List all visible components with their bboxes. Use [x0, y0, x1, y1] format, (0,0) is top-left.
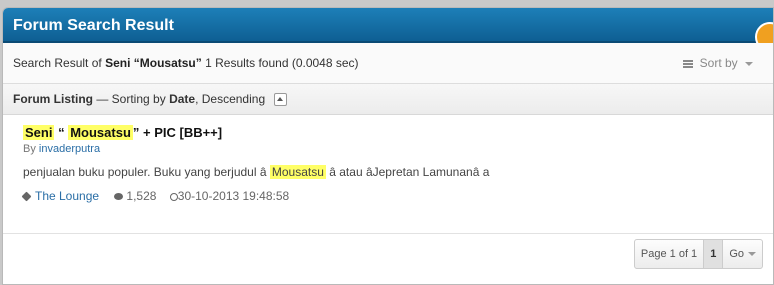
summary-prefix: Search Result of [13, 56, 102, 70]
collapse-icon[interactable] [274, 93, 288, 107]
result-byline: By invaderputra [23, 143, 753, 155]
page-info: Page 1 of 1 [635, 240, 705, 268]
forum-listing-header: Forum Listing — Sorting by Date, Descend… [3, 84, 773, 115]
author-link[interactable]: invaderputra [39, 143, 100, 155]
title-highlight-term1: Seni [23, 125, 55, 140]
clock-icon [169, 192, 178, 201]
title-rest: ” + PIC [BB++] [132, 125, 223, 140]
list-item: Seni “ Mousatsu” + PIC [BB++] By invader… [3, 115, 773, 234]
result-meta: The Lounge 1,528 30-10-2013 19:48:58 [21, 189, 753, 203]
by-label: By [23, 143, 36, 155]
window-title: Forum Search Result [3, 8, 773, 43]
sort-by-label: Sort by [699, 56, 738, 70]
listing-sort-field: Date [169, 92, 196, 106]
snippet-before: penjualan buku populer. Buku yang berjud… [23, 165, 267, 179]
comment-count: 1,528 [126, 189, 157, 203]
snippet-highlight: Mousatsu [269, 165, 326, 179]
search-result-window: Forum Search Result Search Result of Sen… [2, 7, 774, 285]
post-datetime: 30-10-2013 19:48:58 [177, 189, 290, 203]
comment-icon [114, 193, 124, 201]
sort-list-icon [683, 59, 694, 68]
title-open-quote: “ [58, 125, 65, 140]
listing-sort-dir: , Descending [195, 92, 266, 106]
summary-term2: “Mousatsu” [133, 56, 202, 70]
page-1-button[interactable]: 1 [704, 240, 724, 268]
go-label: Go [729, 248, 744, 260]
result-title[interactable]: Seni “ Mousatsu” + PIC [BB++] [23, 125, 753, 140]
listing-label: Forum Listing [13, 92, 93, 106]
chevron-down-icon [748, 252, 756, 257]
tag-icon [21, 191, 32, 202]
go-button[interactable]: Go [723, 240, 762, 268]
result-snippet: penjualan buku populer. Buku yang berjud… [23, 165, 753, 179]
summary-term1: Seni [105, 56, 131, 70]
snippet-after: â atau âJepretan Lamunanâ a [329, 165, 490, 179]
pagination: Page 1 of 1 1 Go [633, 239, 763, 269]
summary-results: 1 Results found (0.0048 sec) [205, 56, 359, 70]
forum-link[interactable]: The Lounge [35, 189, 99, 203]
title-highlight-term2: Mousatsu [68, 125, 133, 140]
sort-by-button[interactable]: Sort by [683, 43, 753, 83]
chevron-down-icon [745, 61, 753, 66]
listing-dash: — Sorting by [96, 92, 166, 106]
search-summary: Search Result of Seni “Mousatsu” 1 Resul… [3, 43, 773, 84]
